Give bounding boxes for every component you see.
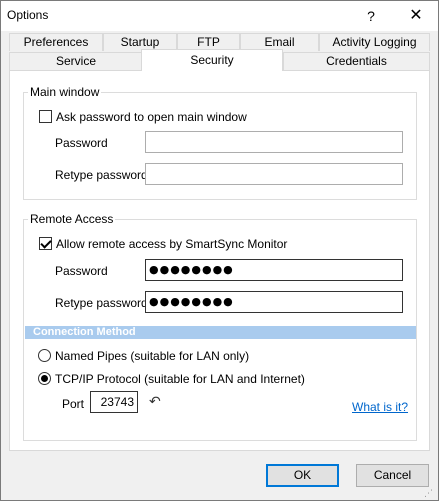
tab-service[interactable]: Service: [9, 52, 143, 70]
tab-label: Startup: [120, 35, 160, 49]
tab-label: Credentials: [326, 54, 387, 68]
tab-label: Preferences: [23, 35, 89, 49]
help-icon[interactable]: ?: [353, 1, 389, 31]
tab-label: FTP: [197, 35, 220, 49]
ok-button[interactable]: OK: [266, 464, 339, 487]
tab-preferences[interactable]: Preferences: [9, 33, 103, 51]
named-pipes-radio[interactable]: [38, 349, 51, 362]
tab-label: Security: [190, 53, 234, 67]
remote-access-group-label: Remote Access: [28, 212, 116, 226]
main-password-field[interactable]: [145, 131, 403, 153]
options-dialog: Options ? ✕ Preferences Startup FTP Emai…: [0, 0, 439, 501]
port-label: Port: [62, 397, 85, 411]
allow-remote-access-label: Allow remote access by SmartSync Monitor: [56, 237, 288, 251]
tab-security[interactable]: Security: [141, 49, 283, 71]
resize-grip-icon[interactable]: ⋰: [424, 487, 436, 499]
tab-label: Service: [55, 54, 96, 68]
ask-password-label: Ask password to open main window: [56, 110, 247, 124]
main-password-label: Password: [55, 136, 108, 150]
connection-method-header: Connection Method: [25, 326, 416, 339]
close-icon[interactable]: ✕: [396, 1, 436, 31]
cancel-button[interactable]: Cancel: [356, 464, 429, 487]
tab-label: Email: [264, 35, 295, 49]
reset-icon[interactable]: ↶: [149, 393, 161, 410]
tcpip-label: TCP/IP Protocol (suitable for LAN and In…: [55, 372, 305, 386]
title-bar: Options ? ✕: [1, 1, 438, 31]
tab-label: Activity Logging: [332, 35, 417, 49]
remote-retype-password-field[interactable]: ●●●●●●●●: [145, 291, 403, 313]
allow-remote-access-checkbox[interactable]: [39, 237, 52, 250]
main-window-group-label: Main window: [28, 85, 102, 99]
port-field[interactable]: 23743: [90, 391, 138, 413]
window-title: Options: [7, 8, 49, 22]
tab-activity-logging[interactable]: Activity Logging: [319, 33, 430, 51]
remote-retype-password-label: Retype password: [55, 296, 148, 310]
ask-password-checkbox[interactable]: [39, 110, 52, 123]
main-retype-password-field[interactable]: [145, 163, 403, 185]
what-is-it-link[interactable]: What is it?: [352, 400, 408, 414]
tcpip-radio[interactable]: [38, 372, 51, 385]
security-tab-panel: Main window Ask password to open main wi…: [9, 70, 430, 451]
tab-credentials[interactable]: Credentials: [283, 52, 430, 70]
named-pipes-label: Named Pipes (suitable for LAN only): [55, 349, 250, 363]
main-retype-password-label: Retype password: [55, 168, 148, 182]
remote-password-field[interactable]: ●●●●●●●●: [145, 259, 403, 281]
remote-password-label: Password: [55, 264, 108, 278]
